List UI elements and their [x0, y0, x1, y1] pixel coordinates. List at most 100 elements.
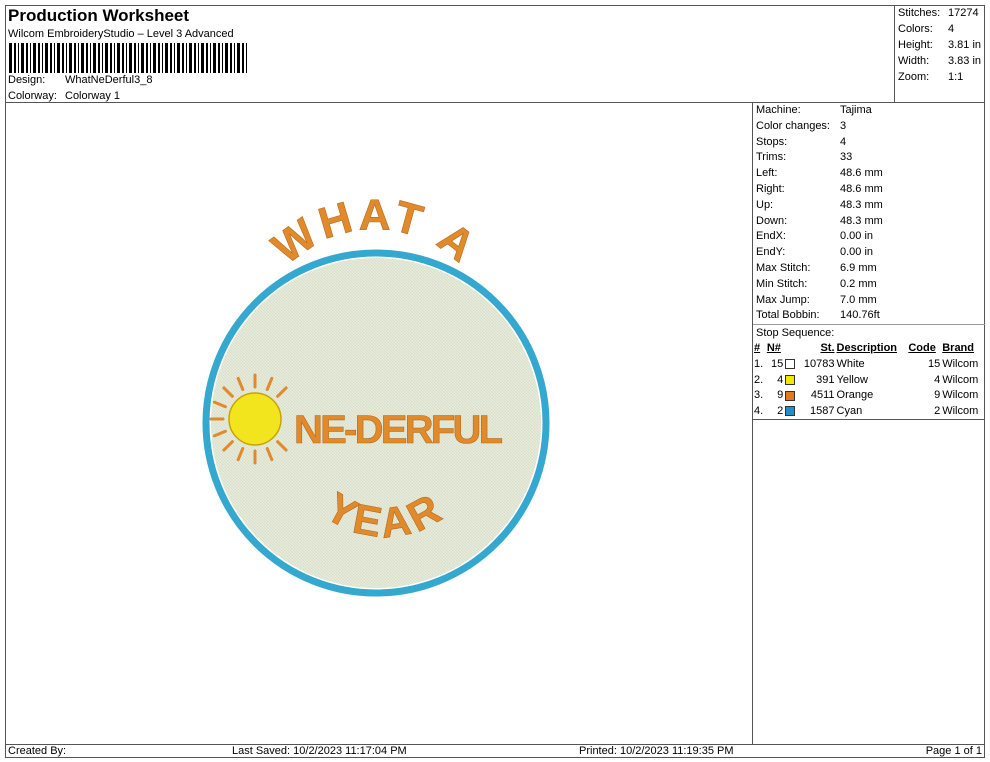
- info-row: Up: 48.3 mm: [753, 198, 985, 214]
- info-value: 0.00 in: [840, 246, 874, 259]
- info-row: Total Bobbin: 140.76ft: [753, 308, 985, 324]
- summary-label: Width:: [898, 55, 930, 67]
- stop-description: Cyan: [836, 404, 863, 417]
- info-row: Trims: 33: [753, 150, 985, 166]
- summary-row: Stitches: 17274: [898, 6, 985, 22]
- design-preview: WHAT A NE-DERFUL YEAR: [5, 103, 753, 744]
- summary-value: 17274: [948, 7, 979, 19]
- info-value: 0.2 mm: [840, 277, 877, 290]
- summary-label: Colors:: [898, 23, 933, 35]
- info-row: EndY: 0.00 in: [753, 245, 985, 261]
- info-label: EndY:: [756, 246, 786, 259]
- info-row: Left: 48.6 mm: [753, 166, 985, 182]
- stop-needle: 9: [777, 389, 784, 402]
- colorway-label: Colorway:: [8, 90, 57, 102]
- stop-stitches: 10783: [803, 357, 835, 370]
- stop-needle: 15: [771, 357, 784, 370]
- info-value: 48.6 mm: [840, 182, 883, 195]
- summary-row: Colors: 4: [898, 22, 985, 38]
- info-value: 48.3 mm: [840, 198, 883, 211]
- info-row: Down: 48.3 mm: [753, 214, 985, 230]
- stop-sequence-header: # N# St. Description Code Brand: [753, 340, 985, 356]
- info-label: Down:: [756, 214, 788, 227]
- info-row: Min Stitch: 0.2 mm: [753, 277, 985, 293]
- color-swatch: [784, 356, 798, 372]
- summary-row: Width: 3.83 in: [898, 54, 985, 70]
- summary-label: Height:: [898, 39, 933, 51]
- stop-brand: Wilcom: [942, 373, 979, 386]
- info-label: Total Bobbin:: [756, 309, 820, 322]
- info-value: Tajima: [840, 104, 872, 116]
- design-label: Design:: [8, 74, 46, 86]
- info-value: 140.76ft: [840, 309, 880, 322]
- info-label: Stops:: [756, 135, 788, 148]
- info-row: Machine: Tajima: [753, 103, 985, 119]
- info-value: 48.3 mm: [840, 214, 883, 227]
- col-swatch: [784, 340, 798, 356]
- col-stitches: St.: [820, 342, 835, 355]
- software-name: Wilcom EmbroideryStudio – Level 3 Advanc…: [8, 28, 234, 40]
- info-row: EndX: 0.00 in: [753, 229, 985, 245]
- summary-label: Stitches:: [898, 7, 941, 19]
- color-swatch-box: [785, 406, 796, 417]
- stop-stitches: 4511: [810, 389, 835, 402]
- printed-date: Printed: 10/2/2023 11:19:35 PM: [579, 745, 734, 757]
- info-label: Max Jump:: [756, 293, 810, 306]
- barcode: [9, 43, 247, 73]
- stop-index: 4.: [754, 404, 764, 417]
- design-row: Design: WhatNeDerful3_8: [8, 74, 152, 86]
- info-row: Max Stitch: 6.9 mm: [753, 261, 985, 277]
- color-swatch: [784, 388, 798, 404]
- col-code: Code: [908, 342, 936, 355]
- stop-code: 15: [927, 357, 941, 370]
- stop-description: Orange: [836, 389, 874, 402]
- info-label: Max Stitch:: [756, 261, 811, 274]
- page-number: Page 1 of 1: [925, 745, 982, 757]
- stop-brand: Wilcom: [942, 404, 979, 417]
- info-label: Right:: [756, 182, 785, 195]
- stop-row: 3. 9 4511 Orange 9 Wilcom: [753, 388, 985, 404]
- color-swatch: [784, 372, 798, 388]
- design-value: WhatNeDerful3_8: [65, 74, 153, 86]
- summary-label: Zoom:: [898, 71, 930, 83]
- info-label: Up:: [756, 198, 774, 211]
- color-swatch-box: [785, 374, 796, 385]
- stop-index: 3.: [754, 389, 764, 402]
- sun-circle: [228, 392, 282, 446]
- colorway-value: Colorway 1: [65, 90, 121, 102]
- patch-text-middle: NE-DERFUL: [294, 408, 504, 452]
- col-brand: Brand: [942, 342, 974, 355]
- stop-row: 4. 2 1587 Cyan 2 Wilcom: [753, 403, 985, 419]
- summary-value: 4: [948, 23, 955, 35]
- col-index: #: [754, 342, 761, 355]
- info-value: 7.0 mm: [840, 293, 877, 306]
- color-swatch-box: [785, 358, 796, 369]
- info-value: 3: [840, 119, 847, 132]
- stop-description: Yellow: [836, 373, 868, 386]
- summary-row: Zoom: 1:1: [898, 70, 985, 86]
- info-row: Stops: 4: [753, 135, 985, 151]
- info-label: Left:: [756, 167, 778, 180]
- info-value: 0.00 in: [840, 230, 874, 243]
- info-label: Min Stitch:: [756, 277, 808, 290]
- machine-info-panel: Machine: Tajima Color changes: 3 Stops: 4 Trim…: [753, 103, 985, 420]
- info-row: Right: 48.6 mm: [753, 182, 985, 198]
- info-value: 4: [840, 135, 847, 148]
- summary-value: 3.81 in: [948, 39, 982, 51]
- stop-needle: 4: [777, 373, 784, 386]
- stop-needle: 2: [777, 404, 784, 417]
- stop-sequence-table: # N# St. Description Code Brand 1. 15 1078…: [753, 340, 985, 420]
- info-row: Color changes: 3: [753, 119, 985, 135]
- stop-stitches: 1587: [810, 404, 835, 417]
- stop-sequence-title: Stop Sequence:: [753, 324, 985, 340]
- summary-value: 1:1: [948, 71, 964, 83]
- info-label: Color changes:: [756, 119, 830, 132]
- stop-index: 2.: [754, 373, 764, 386]
- worksheet-header: Production Worksheet Wilcom EmbroiderySt…: [5, 5, 895, 103]
- last-saved: Last Saved: 10/2/2023 11:17:04 PM: [232, 745, 407, 757]
- col-description: Description: [836, 342, 898, 355]
- color-swatch: [784, 403, 798, 419]
- worksheet-footer: Created By: Last Saved: 10/2/2023 11:17:…: [5, 744, 985, 758]
- stop-brand: Wilcom: [942, 389, 979, 402]
- stop-code: 4: [934, 373, 941, 386]
